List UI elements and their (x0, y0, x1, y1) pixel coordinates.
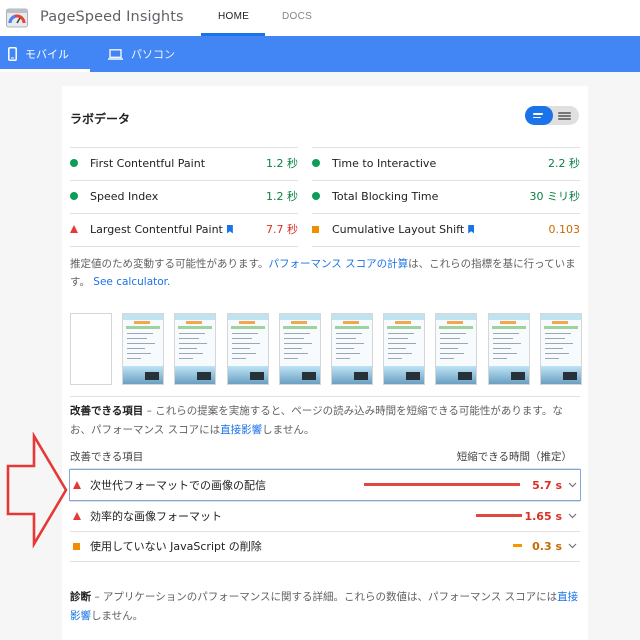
metric-label: Total Blocking Time (332, 189, 439, 203)
opportunity-row-next-gen-images[interactable]: 次世代フォーマットでの画像の配信 5.7 s (69, 469, 581, 501)
metric-label: First Contentful Paint (90, 156, 206, 170)
filmstrip-frame (331, 313, 373, 385)
opportunities-desc-end: しません。 (262, 424, 315, 436)
nav-home-tab[interactable]: HOME (218, 11, 249, 22)
average-icon (312, 225, 319, 233)
metric-total-blocking-time: Total Blocking Time 30 ミリ秒 (312, 180, 580, 212)
metric-label: Time to Interactive (332, 156, 437, 170)
metric-value: 0.103 (548, 222, 581, 236)
metric-value: 1.2 秒 (266, 157, 298, 170)
metric-value: 2.2 秒 (548, 157, 580, 170)
metric-time-to-interactive: Time to Interactive 2.2 秒 (312, 147, 580, 179)
opportunity-label: 次世代フォーマットでの画像の配信 (90, 479, 266, 492)
filmstrip-frame (70, 313, 112, 385)
savings-value: 0.3 s (532, 539, 562, 553)
toggle-summary-view[interactable] (525, 106, 553, 125)
diagnostics-header: 診断 – アプリケーションのパフォーマンスに関する詳細。これらの数値は、パフォー… (70, 588, 580, 626)
nav-docs-tab[interactable]: DOCS (282, 11, 312, 22)
device-tab-indicator (0, 69, 90, 72)
diagnostics-title: 診断 (70, 591, 91, 603)
red-arrow-annotation (6, 432, 68, 549)
tab-mobile-label: モバイル (25, 48, 69, 61)
filmstrip-frame (122, 313, 165, 385)
pagespeed-logo[interactable] (6, 7, 28, 29)
savings-bar (476, 514, 522, 517)
metric-label: Speed Index (90, 189, 159, 203)
bookmark-icon[interactable] (468, 224, 475, 234)
list-view-icon-line (558, 118, 571, 120)
filmstrip-frame (226, 313, 269, 385)
opportunity-label: 効率的な画像フォーマット (90, 510, 222, 523)
app-title[interactable]: PageSpeed Insights (40, 9, 184, 25)
pass-icon (312, 192, 320, 200)
opportunities-desc: – これらの提案を実施すると、ページの読み込み時間を短縮できる可能性があります。… (70, 405, 563, 436)
direct-impact-link[interactable]: 直接影響 (220, 424, 262, 436)
list-view-icon (558, 112, 571, 114)
metric-value: 7.7 秒 (266, 223, 298, 236)
diagnostics-desc-end: しません。 (91, 610, 144, 622)
opportunities-header: 改善できる項目 – これらの提案を実施すると、ページの読み込み時間を短縮できる可… (70, 402, 580, 440)
metric-value: 1.2 秒 (266, 190, 298, 203)
fail-icon (70, 225, 78, 233)
device-tab-bar: モバイル パソコン (0, 36, 640, 72)
tab-desktop[interactable]: パソコン (108, 36, 175, 72)
lab-data-note: 推定値のため変動する可能性があります。パフォーマンス スコアの計算は、これらの指… (70, 255, 580, 291)
metric-first-contentful-paint: First Contentful Paint 1.2 秒 (70, 147, 298, 179)
note-text: 推定値のため変動する可能性があります。 (70, 258, 269, 270)
table-divider (70, 561, 580, 562)
pass-icon (70, 159, 78, 167)
metric-view-toggle[interactable] (525, 106, 579, 125)
chevron-down-icon[interactable] (568, 541, 577, 550)
opportunity-label: 使用していない JavaScript の削除 (90, 540, 262, 553)
metric-divider (70, 246, 298, 247)
metric-value: 30 ミリ秒 (529, 190, 581, 203)
average-icon (73, 542, 80, 550)
summary-view-icon (533, 113, 543, 115)
metric-cumulative-layout-shift: Cumulative Layout Shift 0.103 (312, 213, 580, 245)
laptop-icon (108, 48, 123, 60)
filmstrip-frame (487, 313, 530, 385)
bookmark-icon[interactable] (226, 224, 233, 234)
chevron-down-icon[interactable] (568, 480, 577, 489)
see-calculator-link[interactable]: See calculator. (93, 276, 170, 288)
opportunities-title: 改善できる項目 (70, 405, 144, 417)
pass-icon (70, 192, 78, 200)
filmstrip-frame (174, 313, 217, 385)
savings-bar (513, 544, 522, 547)
pass-icon (312, 159, 320, 167)
top-app-bar: PageSpeed Insights HOME DOCS (0, 0, 640, 36)
filmstrip-frame (278, 313, 321, 385)
summary-view-icon-line (533, 116, 541, 118)
filmstrip-frame (539, 313, 582, 385)
column-header-savings: 短縮できる時間（推定） (456, 451, 572, 463)
opportunity-row-unused-javascript[interactable]: 使用していない JavaScript の削除 0.3 s (70, 531, 580, 561)
metric-speed-index: Speed Index 1.2 秒 (70, 180, 298, 212)
list-view-icon-line (558, 115, 571, 117)
savings-bar (364, 483, 520, 486)
column-header-item: 改善できる項目 (70, 451, 144, 463)
metric-label: Largest Contentful Paint (90, 223, 233, 236)
fail-icon (73, 481, 81, 489)
filmstrip-frame (435, 313, 478, 385)
section-divider (70, 396, 580, 397)
chevron-down-icon[interactable] (568, 511, 577, 520)
metric-divider (312, 246, 580, 247)
table-divider (70, 468, 580, 469)
metric-largest-contentful-paint: Largest Contentful Paint 7.7 秒 (70, 213, 298, 245)
lab-data-title: ラボデータ (70, 112, 131, 126)
tab-mobile[interactable]: モバイル (8, 36, 69, 72)
fail-icon (73, 512, 81, 520)
score-calculation-link[interactable]: パフォーマンス スコアの計算 (268, 258, 408, 270)
metric-label: Cumulative Layout Shift (332, 223, 475, 236)
filmstrip-frame (383, 313, 426, 385)
savings-value: 1.65 s (524, 509, 562, 523)
tab-desktop-label: パソコン (131, 48, 175, 61)
savings-value: 5.7 s (532, 478, 562, 492)
diagnostics-desc: – アプリケーションのパフォーマンスに関する詳細。これらの数値は、パフォーマンス… (91, 591, 558, 603)
opportunity-row-efficient-images[interactable]: 効率的な画像フォーマット 1.65 s (70, 501, 580, 531)
smartphone-icon (8, 47, 17, 61)
